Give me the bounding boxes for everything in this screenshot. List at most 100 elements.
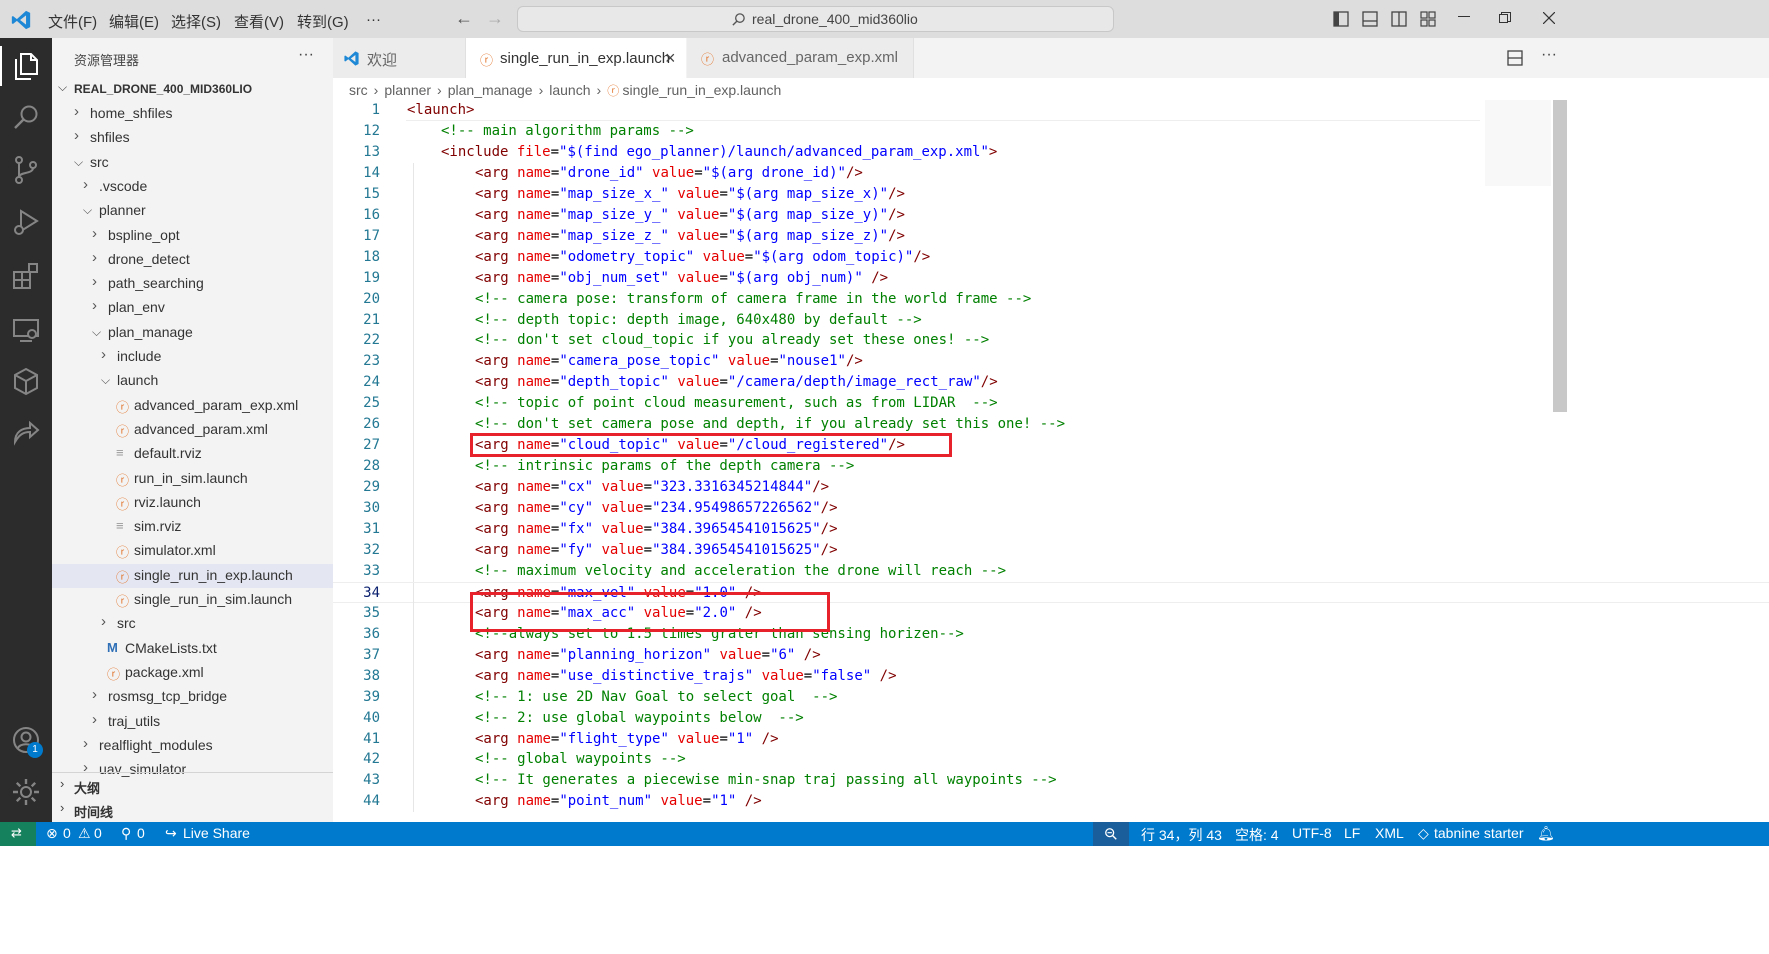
close-tab-icon[interactable]: ×	[665, 48, 676, 69]
code-line[interactable]: 43 <!-- It generates a piecewise min-snap…	[333, 770, 1769, 792]
search-icon[interactable]	[10, 102, 42, 134]
zoom-status[interactable]	[1093, 822, 1129, 846]
breadcrumb-item[interactable]: src	[349, 82, 368, 98]
menu-item[interactable]: 查看(V)	[234, 11, 284, 32]
remote-explorer-icon[interactable]	[10, 314, 42, 346]
tree-folder[interactable]: ⌵ plan_manage	[52, 321, 333, 345]
tree-file[interactable]: ≡ sim.rviz	[52, 515, 333, 539]
encoding[interactable]: UTF-8	[1292, 825, 1332, 841]
code-line[interactable]: 28 <!-- intrinsic params of the depth cam…	[333, 456, 1769, 478]
tree-folder[interactable]: › shfiles	[52, 126, 333, 150]
indent-guide	[413, 582, 414, 604]
code-line[interactable]: 32 <arg name="fy" value="384.396545410156…	[333, 539, 1769, 561]
code-line[interactable]: 29 <arg name="cx" value="323.331634521484…	[333, 477, 1769, 499]
code-line[interactable]: 40 <!-- 2: use global waypoints below -->	[333, 707, 1769, 729]
tree-file[interactable]: ⓡ single_run_in_exp.launch	[52, 563, 333, 588]
menu-item[interactable]: 转到(G)	[297, 11, 349, 32]
scrollbar-thumb[interactable]	[1553, 100, 1567, 412]
menu-item[interactable]: 选择(S)	[171, 11, 221, 32]
tree-folder[interactable]: ⌵ src	[52, 151, 333, 175]
extensions-icon[interactable]	[10, 260, 42, 292]
code-line[interactable]: 39 <!-- 1: use 2D Nav Goal to select goal…	[333, 686, 1769, 708]
tab-single-run-in-exp[interactable]: ⓡ single_run_in_exp.launch ×	[466, 38, 686, 79]
breadcrumb-item[interactable]: single_run_in_exp.launch	[623, 82, 782, 98]
tree-folder[interactable]: › src	[52, 612, 333, 636]
warnings-count[interactable]: 0	[94, 825, 102, 841]
tree-folder[interactable]: ⌵ planner	[52, 199, 333, 223]
tree-folder[interactable]: › bspline_opt	[52, 224, 333, 248]
code-line[interactable]: 31 <arg name="fx" value="384.396545410156…	[333, 519, 1769, 540]
tree-folder[interactable]: › rosmsg_tcp_bridge	[52, 685, 333, 709]
language-mode[interactable]: XML	[1375, 825, 1404, 841]
tree-folder[interactable]: › realflight_modules	[52, 734, 333, 758]
tree-file[interactable]: ⓡ rviz.launch	[52, 491, 333, 515]
tree-folder[interactable]: › .vscode	[52, 175, 333, 199]
back-arrow-icon[interactable]: ←	[455, 8, 473, 29]
tree-folder[interactable]: › plan_env	[52, 296, 333, 320]
tree-folder[interactable]: › home_shfiles	[52, 102, 333, 126]
explorer-more-actions[interactable]: ···	[298, 46, 314, 64]
breadcrumb-item[interactable]: plan_manage	[448, 82, 533, 98]
errors-count[interactable]: 0	[63, 825, 71, 841]
toggle-panel-icon[interactable]	[1362, 11, 1378, 27]
tree-folder[interactable]: › path_searching	[52, 272, 333, 296]
command-center-search[interactable]: real_drone_400_mid360lio	[517, 6, 1114, 32]
minimize-icon[interactable]	[1458, 16, 1470, 17]
remote-indicator[interactable]: ⇄	[0, 822, 36, 846]
cursor-position[interactable]: 行 34，列 43	[1141, 825, 1222, 845]
tree-file[interactable]: ⓡ advanced_param_exp.xml	[52, 394, 333, 418]
source-control-icon[interactable]	[10, 154, 42, 186]
code-line[interactable]: 41 <arg name="flight_type" value="1" />	[333, 728, 1769, 750]
minimap[interactable]	[1485, 100, 1551, 186]
menu-item[interactable]: 文件(F)	[48, 11, 97, 32]
customize-layout-icon[interactable]	[1420, 11, 1436, 27]
tree-file[interactable]: ⓡ package.xml	[52, 661, 333, 685]
tree-file[interactable]: M CMakeLists.txt	[52, 637, 333, 661]
split-editor-icon[interactable]	[1507, 50, 1523, 66]
indent-guide	[413, 686, 414, 708]
tree-folder[interactable]: › include	[52, 345, 333, 369]
tree-folder[interactable]: › traj_utils	[52, 710, 333, 734]
timeline-section[interactable]: › 时间线	[52, 798, 333, 820]
containers-icon[interactable]	[10, 366, 42, 398]
code-line[interactable]: 30 <arg name="cy" value="234.954986572265…	[333, 498, 1769, 520]
toggle-secondary-sidebar-icon[interactable]	[1391, 11, 1407, 27]
indentation[interactable]: 空格: 4	[1235, 825, 1279, 845]
code-token: "$(arg map_size_y)"	[727, 206, 889, 223]
tree-folder[interactable]: ⌵ launch	[52, 369, 333, 393]
code-line[interactable]: 44 <arg name="point_num" value="1" />	[333, 791, 1769, 813]
notifications-bell-icon[interactable]: 🔔︎	[1537, 825, 1555, 842]
tree-folder[interactable]: › drone_detect	[52, 248, 333, 272]
restore-icon[interactable]	[1499, 12, 1511, 24]
toggle-primary-sidebar-icon[interactable]	[1333, 11, 1349, 27]
code-line[interactable]: 37 <arg name="planning_horizon" value="6"…	[333, 644, 1769, 666]
tree-file[interactable]: ≡ default.rviz	[52, 442, 333, 466]
tree-file[interactable]: ⓡ run_in_sim.launch	[52, 467, 333, 491]
tree-file[interactable]: ⓡ single_run_in_sim.launch	[52, 588, 333, 612]
explorer-files-icon[interactable]	[10, 50, 42, 82]
tab-advanced-param-exp[interactable]: ⓡ advanced_param_exp.xml	[687, 38, 914, 78]
outline-section[interactable]: › 大纲	[52, 774, 333, 796]
gear-icon[interactable]	[10, 776, 42, 808]
menu-item[interactable]: 编辑(E)	[109, 11, 159, 32]
live-share-button[interactable]: Live Share	[183, 825, 250, 841]
breadcrumb-item[interactable]: launch	[549, 82, 590, 98]
ports-count[interactable]: 0	[137, 825, 145, 841]
tabnine-status[interactable]: tabnine starter	[1434, 825, 1524, 841]
code-line[interactable]: 33 <!-- maximum velocity and acceleration…	[333, 560, 1769, 582]
close-window-icon[interactable]	[1543, 12, 1555, 24]
code-line[interactable]: 42 <!-- global waypoints -->	[333, 749, 1769, 771]
tree-file[interactable]: ⓡ advanced_param.xml	[52, 418, 333, 442]
explorer-root[interactable]: ⌵ REAL_DRONE_400_MID360LIO	[52, 78, 333, 100]
breadcrumb-item[interactable]: planner	[384, 82, 431, 98]
run-debug-icon[interactable]	[10, 206, 42, 238]
code-line[interactable]: 38 <arg name = "use_distinctive_trajs" valu…	[333, 665, 1769, 687]
tree-file[interactable]: ⓡ simulator.xml	[52, 539, 333, 563]
end-of-line[interactable]: LF	[1344, 825, 1360, 841]
live-share-icon[interactable]	[10, 418, 42, 450]
editor-more-actions[interactable]: ···	[1541, 46, 1557, 64]
code-token: <arg	[475, 185, 518, 202]
menu-item[interactable]: ···	[366, 11, 381, 28]
tab-welcome[interactable]: 欢迎	[333, 38, 466, 78]
forward-arrow-icon[interactable]: →	[486, 8, 504, 29]
